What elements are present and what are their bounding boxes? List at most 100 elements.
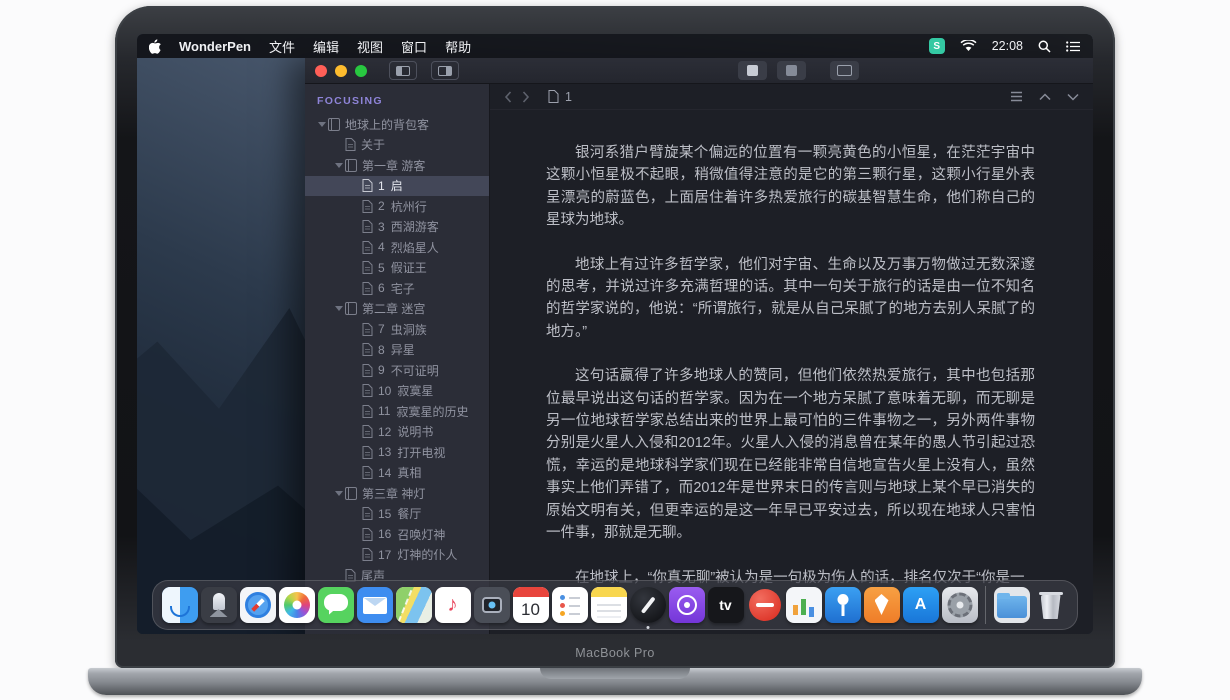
- disclosure-triangle-icon[interactable]: [332, 306, 345, 311]
- dock-wonderpen-icon[interactable]: [628, 587, 667, 623]
- menubar-menu-item[interactable]: 窗口: [401, 37, 427, 56]
- sidebar-tree-item[interactable]: 2 杭州行: [305, 196, 489, 217]
- dock-photos-icon[interactable]: [277, 587, 316, 623]
- proxy-icon[interactable]: [929, 38, 945, 54]
- sidebar-tree-item[interactable]: 11 寂寞星的历史: [305, 401, 489, 422]
- sidebar-tree-item[interactable]: 第一章 游客: [305, 155, 489, 176]
- dock-tv-icon[interactable]: tv: [706, 587, 745, 623]
- dock-downloads-icon[interactable]: [992, 587, 1031, 623]
- dock-maps-icon[interactable]: [394, 587, 433, 623]
- close-button[interactable]: [315, 65, 327, 77]
- sidebar-tree-item[interactable]: 14 真相: [305, 463, 489, 484]
- minimize-button[interactable]: [335, 65, 347, 77]
- wifi-icon[interactable]: [960, 40, 977, 52]
- document-tab[interactable]: 1: [548, 90, 572, 104]
- dock-icon-label: tv: [708, 587, 744, 623]
- sidebar-tree-item[interactable]: 7 虫洞族: [305, 319, 489, 340]
- dock-notes-icon[interactable]: [589, 587, 628, 623]
- dock-finder-icon[interactable]: [160, 587, 199, 623]
- dock-calendar-icon[interactable]: 10: [511, 587, 550, 623]
- sidebar-tree-item[interactable]: 第二章 迷宫: [305, 299, 489, 320]
- item-number: 15: [378, 507, 391, 521]
- item-label: 第二章 迷宫: [362, 300, 425, 317]
- toggle-sidebar-button[interactable]: [389, 61, 417, 80]
- dock-icon-label: 10: [513, 596, 549, 623]
- document-icon: [362, 241, 373, 254]
- document-icon: [362, 200, 373, 213]
- scroll-down-button[interactable]: [1067, 93, 1079, 101]
- dock-reminders-icon[interactable]: [550, 587, 589, 623]
- titlebar[interactable]: [305, 58, 1093, 84]
- editor: 1: [490, 84, 1093, 634]
- back-button[interactable]: [504, 91, 512, 103]
- sidebar-tree-item[interactable]: 15 餐厅: [305, 504, 489, 525]
- sidebar-tree-item[interactable]: 5 假证王: [305, 258, 489, 279]
- dock-icon-label: A: [903, 587, 939, 623]
- item-label: 寂寞星: [397, 382, 433, 399]
- sidebar-tree: 地球上的背包客 关于: [305, 114, 489, 586]
- sidebar-tree-item[interactable]: 12 说明书: [305, 422, 489, 443]
- dock-system-preferences-icon[interactable]: [940, 587, 979, 623]
- sidebar-tree-item[interactable]: 3 西湖游客: [305, 217, 489, 238]
- dock-numbers-icon[interactable]: [784, 587, 823, 623]
- menubar-menu-item[interactable]: 视图: [357, 37, 383, 56]
- item-label: 杭州行: [391, 198, 427, 215]
- disclosure-triangle-icon[interactable]: [332, 163, 345, 168]
- item-number: 16: [378, 527, 391, 541]
- control-center-icon[interactable]: [1066, 41, 1081, 52]
- spotlight-icon[interactable]: [1038, 40, 1051, 53]
- sidebar-panel-icon: [396, 66, 410, 76]
- sidebar-tree-item[interactable]: 10 寂寞星: [305, 381, 489, 402]
- dock-keynote-icon[interactable]: [823, 587, 862, 623]
- sidebar-tree-item[interactable]: 4 烈焰星人: [305, 237, 489, 258]
- view-mode-button-fullscreen[interactable]: [830, 61, 859, 80]
- dock-news-icon[interactable]: [745, 587, 784, 623]
- item-number: 3: [378, 220, 385, 234]
- disclosure-triangle-icon[interactable]: [332, 491, 345, 496]
- sidebar-tree-item[interactable]: 6 宅子: [305, 278, 489, 299]
- document-icon: [362, 446, 373, 459]
- dock-launchpad-icon[interactable]: [199, 587, 238, 623]
- document-tab-title: 1: [565, 90, 572, 104]
- item-number: 2: [378, 199, 385, 213]
- dock-mail-icon[interactable]: [355, 587, 394, 623]
- dock-safari-icon[interactable]: [238, 587, 277, 623]
- sidebar-tree-item[interactable]: 地球上的背包客: [305, 114, 489, 135]
- sidebar-tree-item[interactable]: 16 召唤灯神: [305, 524, 489, 545]
- sidebar-tree-item[interactable]: 第三章 神灯: [305, 483, 489, 504]
- sidebar-tree-item[interactable]: 关于: [305, 135, 489, 156]
- dock-pages-icon[interactable]: [862, 587, 901, 623]
- scroll-up-button[interactable]: [1039, 93, 1051, 101]
- sidebar-tree-item[interactable]: 1 启: [305, 176, 489, 197]
- sidebar-tree-item[interactable]: 9 不可证明: [305, 360, 489, 381]
- dock-music-icon[interactable]: [433, 587, 472, 623]
- item-label: 真相: [397, 464, 421, 481]
- document-icon: [345, 302, 357, 315]
- view-mode-button-edit[interactable]: [738, 61, 767, 80]
- editor-content[interactable]: 银河系猎户臂旋某个偏远的位置有一颗亮黄色的小恒星，在茫茫宇宙中这颗小恒星极不起眼…: [490, 110, 1093, 634]
- item-number: 14: [378, 466, 391, 480]
- menubar-app-name[interactable]: WonderPen: [179, 39, 251, 54]
- menubar-clock[interactable]: 22:08: [992, 39, 1023, 53]
- dock-photo-booth-icon[interactable]: [472, 587, 511, 623]
- item-label: 地球上的背包客: [345, 116, 429, 133]
- sidebar-tree-item[interactable]: 8 异星: [305, 340, 489, 361]
- disclosure-triangle-icon[interactable]: [315, 122, 328, 127]
- item-label: 第一章 游客: [362, 157, 425, 174]
- toggle-outline-button[interactable]: [431, 61, 459, 80]
- dock-podcasts-icon[interactable]: [667, 587, 706, 623]
- menubar-menu-item[interactable]: 帮助: [445, 37, 471, 56]
- menubar-menu-item[interactable]: 文件: [269, 37, 295, 56]
- zoom-button[interactable]: [355, 65, 367, 77]
- dock-trash-icon[interactable]: [1031, 587, 1070, 623]
- view-mode-button-preview[interactable]: [777, 61, 806, 80]
- dock-messages-icon[interactable]: [316, 587, 355, 623]
- menubar-menu-item[interactable]: 编辑: [313, 37, 339, 56]
- document-icon: [362, 405, 373, 418]
- apple-icon[interactable]: [149, 39, 161, 54]
- outline-list-icon[interactable]: [1010, 91, 1023, 102]
- sidebar-tree-item[interactable]: 17 灯神的仆人: [305, 545, 489, 566]
- sidebar-tree-item[interactable]: 13 打开电视: [305, 442, 489, 463]
- dock-app-store-icon[interactable]: A: [901, 587, 940, 623]
- forward-button[interactable]: [522, 91, 530, 103]
